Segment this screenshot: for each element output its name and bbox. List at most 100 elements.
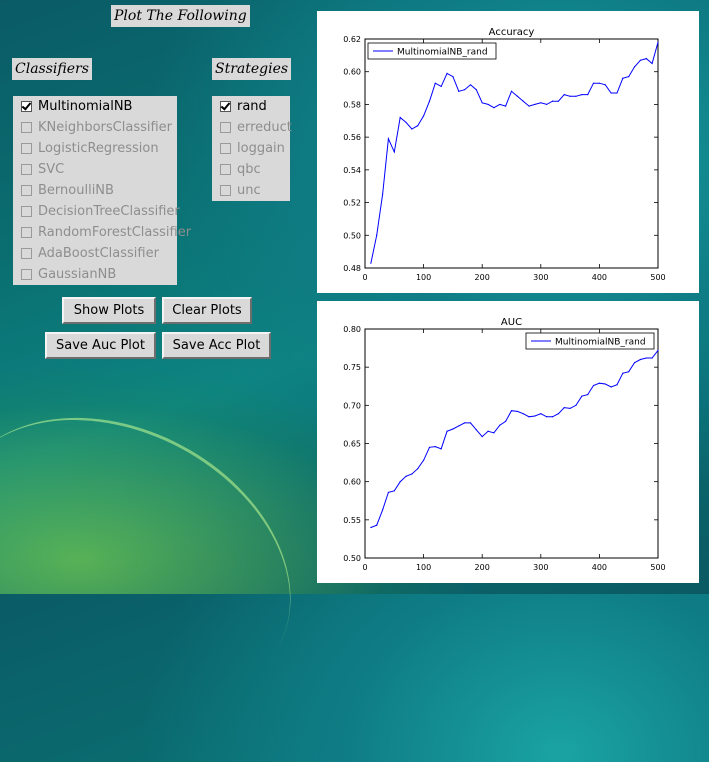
accuracy-data-point: [499, 103, 501, 106]
show-plots-button[interactable]: Show Plots: [62, 297, 156, 324]
auc-data-point: [376, 524, 378, 526]
auc-data-point: [610, 386, 612, 388]
strategy-option-label: unc: [237, 182, 261, 198]
accuracy-data-point: [569, 95, 571, 97]
strategy-option[interactable]: loggain: [220, 138, 285, 158]
classifier-option[interactable]: AdaBoostClassifier: [21, 243, 159, 263]
accuracy-data-point: [440, 85, 442, 88]
classifier-option-label: RandomForestClassifier: [38, 224, 192, 240]
auc-data-point: [557, 413, 559, 415]
clear-plots-label: Clear Plots: [172, 303, 242, 318]
classifier-option[interactable]: RandomForestClassifier: [21, 222, 191, 242]
auc-data-point: [551, 416, 554, 418]
checkbox[interactable]: [21, 121, 32, 133]
x-tick-label: 100: [416, 563, 431, 572]
classifier-option-label: AdaBoostClassifier: [38, 245, 159, 261]
accuracy-data-point: [598, 82, 600, 84]
strategy-option-label: rand: [237, 98, 267, 114]
auc-data-point: [651, 357, 653, 359]
auc-data-point: [458, 425, 460, 427]
y-tick-label: 0.62: [343, 35, 361, 44]
checkbox[interactable]: [21, 184, 32, 196]
clear-plots-button[interactable]: Clear Plots: [162, 297, 252, 324]
classifier-option[interactable]: KNeighborsClassifier: [21, 117, 172, 137]
accuracy-data-point: [645, 58, 647, 60]
strategy-option[interactable]: erreduct: [220, 117, 292, 137]
accuracy-data-point: [610, 92, 612, 94]
auc-data-point: [528, 416, 530, 418]
x-tick-label: 200: [475, 563, 490, 572]
accuracy-data-point: [633, 66, 636, 68]
classifier-option[interactable]: MultinomialNB: [21, 96, 132, 116]
auc-data-point: [381, 509, 384, 511]
accuracy-data-point: [510, 90, 513, 92]
auc-data-point: [481, 436, 483, 438]
classifiers-panel: MultinomialNB KNeighborsClassifier Logisti…: [13, 96, 191, 285]
x-tick-label: 300: [533, 563, 548, 572]
checkbox[interactable]: [21, 247, 32, 259]
accuracy-data-point: [370, 262, 372, 264]
accuracy-data-point: [411, 128, 413, 130]
x-tick-label: 200: [475, 273, 490, 282]
accuracy-data-point: [452, 76, 454, 78]
auc-data-point: [522, 413, 524, 415]
auc-data-point: [633, 361, 636, 364]
classifier-option[interactable]: DecisionTreeClassifier: [21, 201, 180, 221]
accuracy-plot-area: Accuracy 0 100 200 300 400 500 0.48 0.50 0.52 0.54…: [317, 11, 699, 293]
accuracy-data-point: [604, 84, 606, 86]
auc-data-point: [452, 428, 454, 430]
auc-data-point: [475, 429, 477, 431]
x-tick-label: 500: [650, 273, 665, 282]
checkbox[interactable]: [21, 163, 32, 175]
auc-data-point: [499, 424, 501, 426]
checked-checkbox[interactable]: [220, 100, 231, 112]
auc-data-point: [440, 448, 442, 450]
accuracy-chart-title: Accuracy: [489, 27, 535, 38]
checked-checkbox[interactable]: [21, 100, 32, 112]
strategy-option[interactable]: qbc: [220, 159, 261, 179]
save-auc-plot-button[interactable]: Save Auc Plot: [45, 332, 156, 359]
y-tick-label: 0.50: [343, 231, 361, 240]
strategy-option[interactable]: rand: [220, 96, 267, 116]
strategy-option[interactable]: unc: [220, 180, 261, 200]
show-plots-label: Show Plots: [73, 303, 145, 318]
classifier-option[interactable]: GaussianNB: [21, 264, 116, 284]
checkbox[interactable]: [21, 205, 32, 217]
accuracy-data-point: [581, 94, 583, 96]
auc-data-point: [616, 384, 618, 386]
accuracy-data-point: [505, 105, 507, 107]
checkbox[interactable]: [220, 142, 231, 154]
accuracy-data-point: [628, 76, 630, 78]
accuracy-legend-label: MultinomialNB_rand: [397, 48, 488, 58]
accuracy-data-point: [405, 121, 407, 124]
auc-data-point: [428, 446, 431, 448]
auc-data-point: [563, 407, 565, 409]
save-acc-plot-button[interactable]: Save Acc Plot: [162, 332, 271, 359]
classifier-option[interactable]: SVC: [21, 159, 64, 179]
classifiers-heading: Classifiers: [12, 58, 92, 80]
checkbox[interactable]: [220, 163, 231, 175]
accuracy-data-point: [458, 90, 460, 92]
accuracy-chart: Accuracy 0 100 200 300 400 500 0.48 0.50 0.52 0.54…: [343, 27, 665, 282]
classifier-option-label: SVC: [38, 161, 65, 177]
classifier-option[interactable]: BernoulliNB: [21, 180, 114, 200]
auc-data-point: [581, 395, 583, 397]
checkbox[interactable]: [220, 184, 231, 196]
accuracy-data-point: [481, 102, 483, 104]
checkbox[interactable]: [21, 226, 32, 238]
x-tick-label: 0: [362, 273, 367, 282]
auc-data-point: [587, 394, 589, 396]
y-tick-label: 0.56: [343, 133, 361, 142]
y-tick-label: 0.75: [343, 363, 361, 372]
accuracy-data-point: [475, 89, 477, 91]
auc-axes-frame: [364, 328, 659, 559]
auc-data-point: [657, 349, 659, 351]
checkbox[interactable]: [21, 268, 32, 280]
accuracy-data-point: [516, 95, 518, 97]
y-tick-label: 0.60: [343, 478, 361, 487]
accuracy-data-point: [551, 100, 554, 102]
classifier-option-label: KNeighborsClassifier: [38, 119, 173, 135]
checkbox[interactable]: [21, 142, 32, 154]
checkbox[interactable]: [220, 121, 231, 133]
classifier-option[interactable]: LogisticRegression: [21, 138, 159, 158]
